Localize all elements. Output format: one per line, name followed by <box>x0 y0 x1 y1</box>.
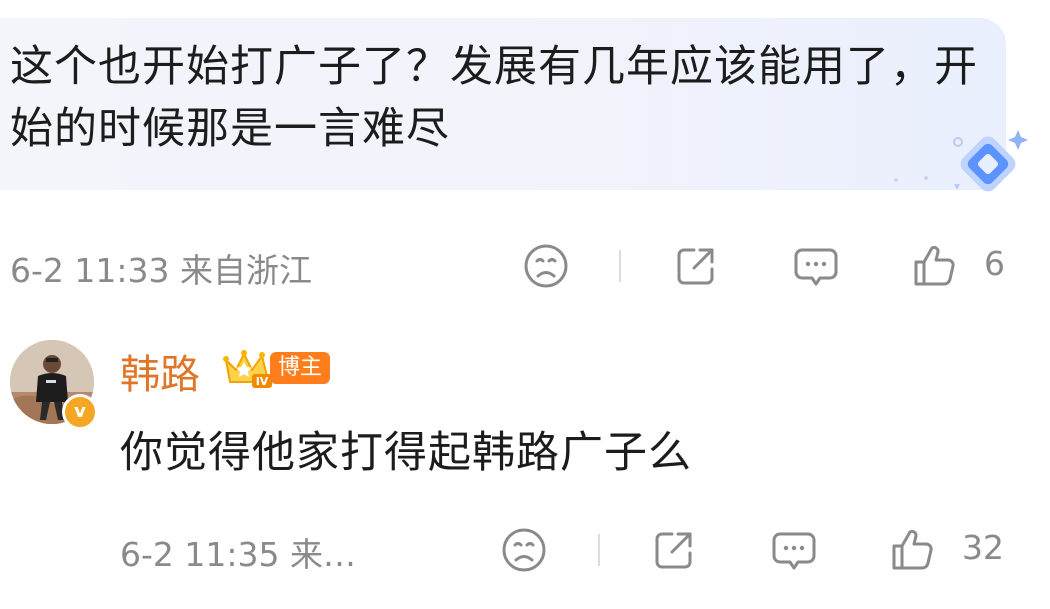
verified-badge-icon: v <box>62 394 98 430</box>
comment-icon[interactable] <box>792 242 840 290</box>
comment-action-row: 6-2 11:33 来自浙江 6 <box>0 234 1050 294</box>
action-divider <box>598 534 600 566</box>
share-icon[interactable] <box>672 242 720 290</box>
like-count: 6 <box>984 244 1005 283</box>
comment-meta: 6-2 11:33 来自浙江 <box>10 251 312 290</box>
frown-icon[interactable] <box>500 526 548 574</box>
action-divider <box>619 250 621 282</box>
diamond-icon <box>894 130 1028 192</box>
share-icon[interactable] <box>650 526 698 574</box>
reply-action-row: 6-2 11:35 来… 32 <box>0 518 1050 578</box>
reply-meta: 6-2 11:35 来… <box>120 535 356 574</box>
like-count: 32 <box>962 528 1004 567</box>
reply-text: 你觉得他家打得起韩路广子么 <box>120 428 692 478</box>
blogger-tag: 博主 <box>270 352 331 384</box>
frown-icon[interactable] <box>522 242 570 290</box>
badge-level: IV <box>256 375 269 388</box>
reply-username[interactable]: 韩路 <box>120 342 200 400</box>
comment-icon[interactable] <box>770 526 818 574</box>
like-icon[interactable] <box>910 242 958 290</box>
quoted-comment-text: 这个也开始打广子了？发展有几年应该能用了，开始的时候那是一言难尽 <box>10 42 978 154</box>
like-icon[interactable] <box>888 526 936 574</box>
